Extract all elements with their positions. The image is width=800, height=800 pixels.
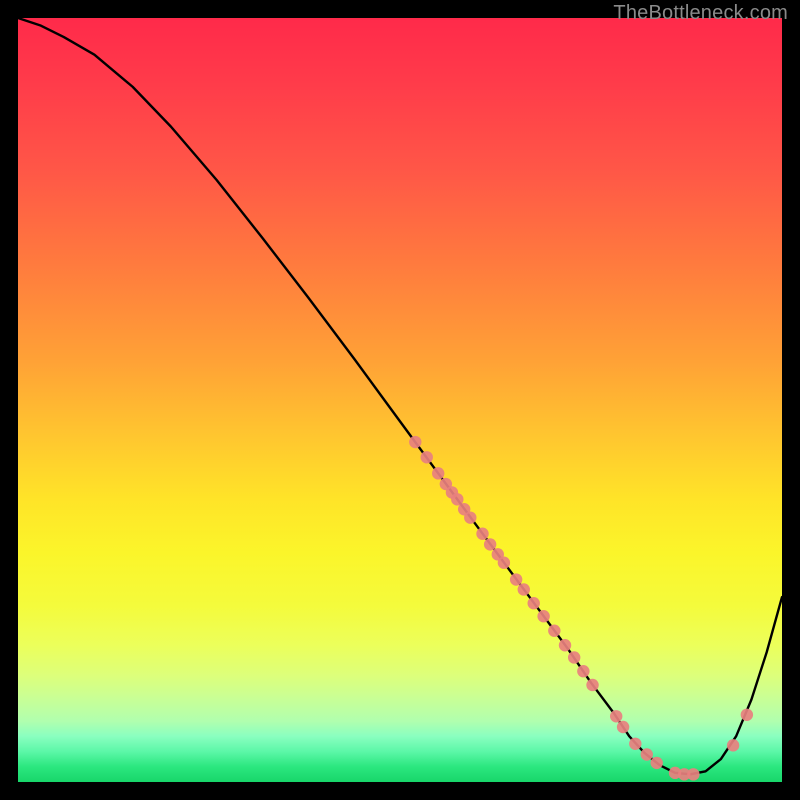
data-point — [727, 739, 739, 751]
chart-stage: TheBottleneck.com — [0, 0, 800, 800]
bottleneck-curve — [18, 18, 782, 774]
data-point — [586, 679, 598, 691]
data-point — [559, 639, 571, 651]
data-point — [528, 597, 540, 609]
data-point — [498, 557, 510, 569]
highlighted-points — [409, 436, 753, 781]
data-point — [629, 738, 641, 750]
data-point — [484, 538, 496, 550]
data-point — [577, 665, 589, 677]
data-point — [510, 573, 522, 585]
data-point — [641, 748, 653, 760]
data-point — [409, 436, 421, 448]
plot-area — [18, 18, 782, 782]
data-point — [421, 451, 433, 463]
data-point — [548, 625, 560, 637]
curve-layer — [18, 18, 782, 782]
watermark-text: TheBottleneck.com — [613, 2, 788, 25]
data-point — [537, 610, 549, 622]
data-point — [568, 651, 580, 663]
data-point — [687, 768, 699, 780]
data-point — [617, 721, 629, 733]
data-point — [432, 467, 444, 479]
data-point — [464, 511, 476, 523]
data-point — [651, 757, 663, 769]
data-point — [741, 709, 753, 721]
data-point — [476, 528, 488, 540]
data-point — [610, 710, 622, 722]
data-point — [518, 583, 530, 595]
